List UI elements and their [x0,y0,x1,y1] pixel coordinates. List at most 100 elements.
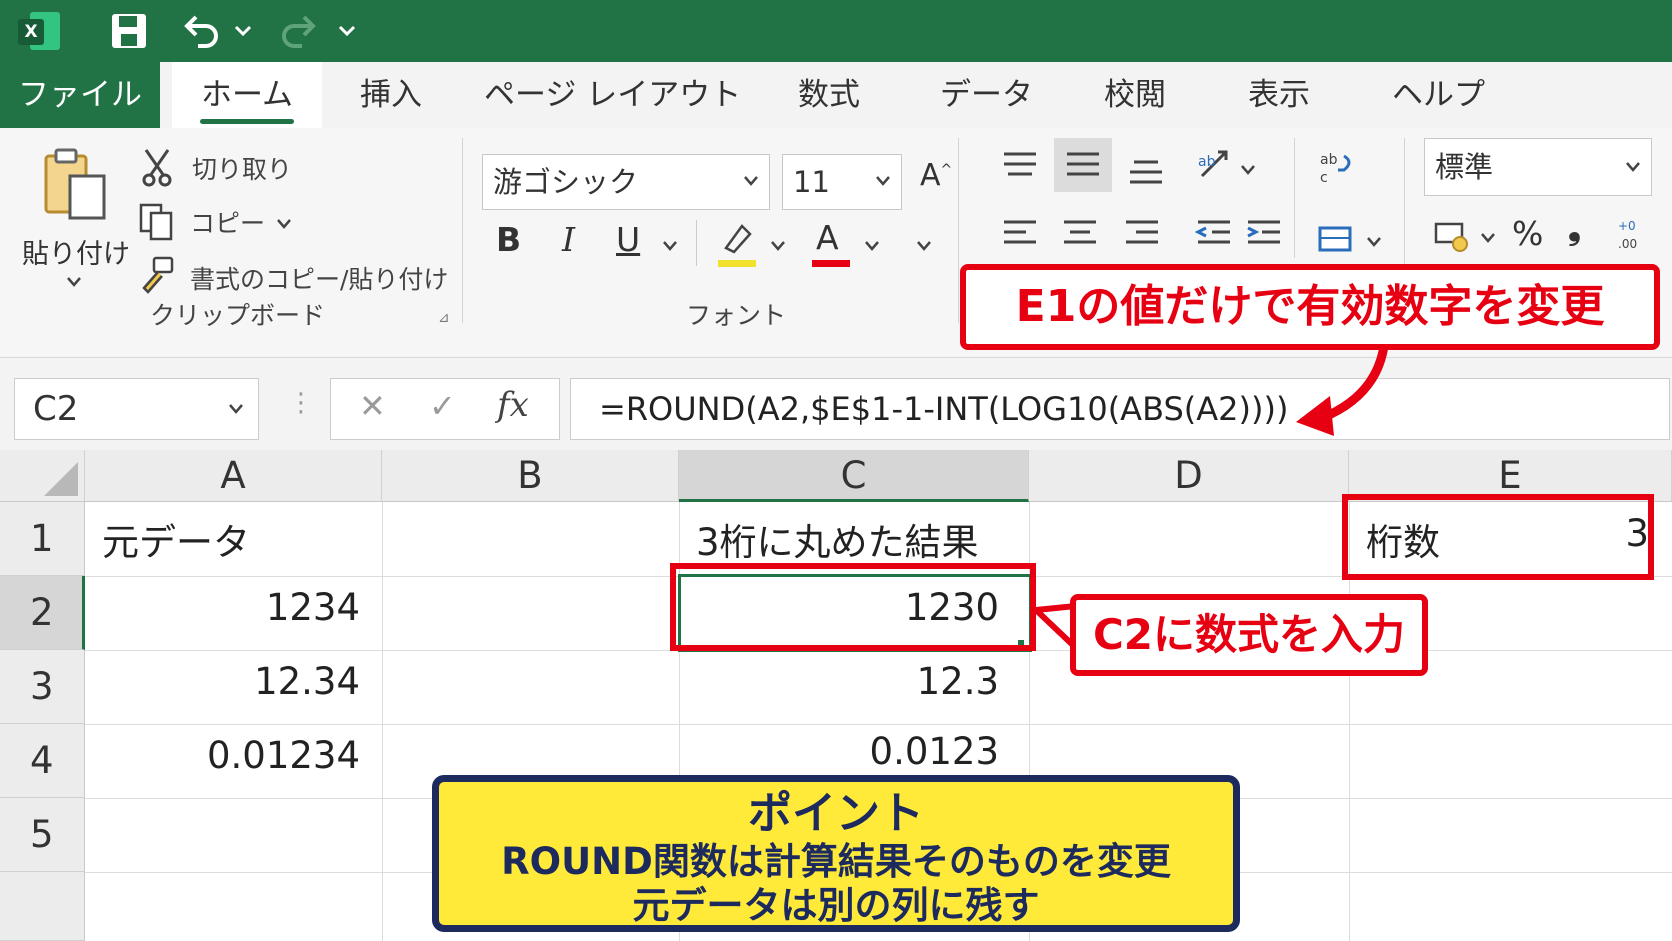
active-tab-indicator [200,119,294,124]
select-all-corner[interactable] [0,450,85,502]
increase-decimal-icon[interactable]: +0.00 [1616,216,1656,252]
align-middle-button[interactable] [1054,138,1112,192]
cell-a1[interactable]: 元データ [102,512,250,566]
chevron-down-icon [744,176,758,186]
copy-button[interactable]: コピー [138,202,298,246]
font-name-select[interactable]: 游ゴシック [482,154,770,210]
chevron-down-icon[interactable] [1240,164,1256,176]
align-center-icon[interactable] [1060,216,1100,252]
number-format-select[interactable]: 標準 [1424,138,1652,196]
enter-button[interactable]: ✓ [429,387,456,425]
chevron-down-icon [277,219,291,229]
tab-insert[interactable]: 挿入 [360,62,422,128]
chevron-down-icon[interactable] [1366,236,1382,248]
chevron-down-icon[interactable] [662,240,678,252]
italic-button[interactable]: I [562,220,575,259]
align-right-icon[interactable] [1122,216,1162,252]
cut-button[interactable]: 切り取り [140,148,340,192]
align-top-icon[interactable] [1000,148,1040,184]
wrap-text-icon[interactable]: ab c [1318,148,1358,188]
row-header-1[interactable]: 1 [0,502,85,576]
chevron-down-icon[interactable] [864,240,880,252]
undo-icon[interactable] [184,14,220,48]
row-header-6[interactable] [0,872,85,941]
row-header-4[interactable]: 4 [0,724,85,798]
font-name-value: 游ゴシック [493,165,639,199]
chevron-down-icon [229,404,243,414]
column-header-d[interactable]: D [1029,450,1349,502]
highlight-color-button[interactable] [716,220,756,272]
qat-more-icon[interactable] [338,24,356,38]
group-label-font: フォント [686,301,787,330]
insert-function-button[interactable]: fx [497,385,529,425]
tab-file[interactable]: ファイル [0,62,160,128]
svg-text:ab: ab [1320,152,1338,168]
cancel-button[interactable]: ✕ [359,387,386,425]
chevron-down-icon [67,277,81,287]
currency-format-icon[interactable] [1432,218,1472,254]
scissors-icon [142,149,172,187]
copy-label: コピー [190,209,266,238]
tab-data[interactable]: データ [940,62,1033,128]
chevron-down-icon[interactable] [916,240,932,252]
highlight-swatch [718,260,756,267]
chevron-down-icon[interactable] [770,240,786,252]
svg-text:.00: .00 [1618,237,1637,251]
grow-font-button[interactable]: A^ [920,158,952,193]
title-bar: X [0,0,1672,62]
point-line-2: 元データは別の列に残す [632,884,1040,927]
cell-a4[interactable]: 0.01234 [85,734,360,777]
tab-view[interactable]: 表示 [1248,62,1310,128]
paste-button[interactable]: 貼り付け [18,140,130,300]
chevron-down-icon [1626,162,1640,172]
merge-cells-icon[interactable] [1316,224,1356,254]
align-left-icon[interactable] [1000,216,1040,252]
point-title: ポイント [748,788,924,839]
cell-a2[interactable]: 1234 [85,586,360,629]
align-bottom-icon[interactable] [1126,152,1166,188]
redo-icon[interactable] [280,14,316,48]
highlight-c2 [670,563,1036,651]
align-middle-icon [1067,152,1099,176]
comma-button[interactable]: ❟ [1568,208,1581,248]
underline-button[interactable]: U [616,220,640,259]
cell-a3[interactable]: 12.34 [85,660,360,703]
increase-indent-icon[interactable] [1244,216,1284,252]
tab-page-layout[interactable]: ページ レイアウト [484,62,741,128]
column-header-a[interactable]: A [85,450,382,502]
orientation-icon[interactable]: ab [1196,146,1236,182]
formula-input[interactable]: =ROUND(A2,$E$1-1-INT(LOG10(ABS(A2)))) [570,378,1670,440]
bold-button[interactable]: B [496,220,521,259]
row-header-2[interactable]: 2 [0,576,85,650]
font-color-button[interactable]: A [810,218,850,272]
callout-e1: E1の値だけで有効数字を変更 [960,264,1660,350]
cell-c1[interactable]: 3桁に丸めた結果 [696,512,979,566]
tab-review[interactable]: 校閲 [1104,62,1166,128]
decrease-indent-icon[interactable] [1194,216,1234,252]
cell-c4[interactable]: 0.0123 [679,730,999,773]
tab-help[interactable]: ヘルプ [1392,62,1485,128]
excel-icon: X [18,12,60,50]
save-icon[interactable] [110,12,148,50]
chevron-down-icon [876,176,890,186]
row-header-5[interactable]: 5 [0,798,85,872]
tab-formulas[interactable]: 数式 [798,62,860,128]
row-header-3[interactable]: 3 [0,650,85,724]
callout-c2: C2に数式を入力 [1070,594,1428,676]
chevron-down-icon[interactable] [1480,232,1496,244]
svg-text:c: c [1320,170,1328,186]
font-size-select[interactable]: 11 [782,154,902,210]
select-all-icon [44,462,78,496]
name-box[interactable]: C2 [14,378,259,440]
font-color-label: A [816,218,839,257]
cell-c3[interactable]: 12.3 [679,660,999,703]
drag-handle-icon[interactable]: ⋮ [288,388,314,418]
percent-button[interactable]: % [1512,214,1543,253]
font-size-value: 11 [793,165,830,199]
dialog-launcher-icon[interactable]: ⊿ [438,310,450,326]
chevron-down-icon[interactable] [234,24,252,38]
column-header-c[interactable]: C [679,450,1029,502]
column-header-b[interactable]: B [382,450,679,502]
ribbon-separator [462,138,463,323]
format-painter-button[interactable]: 書式のコピー/貼り付け [138,256,448,300]
